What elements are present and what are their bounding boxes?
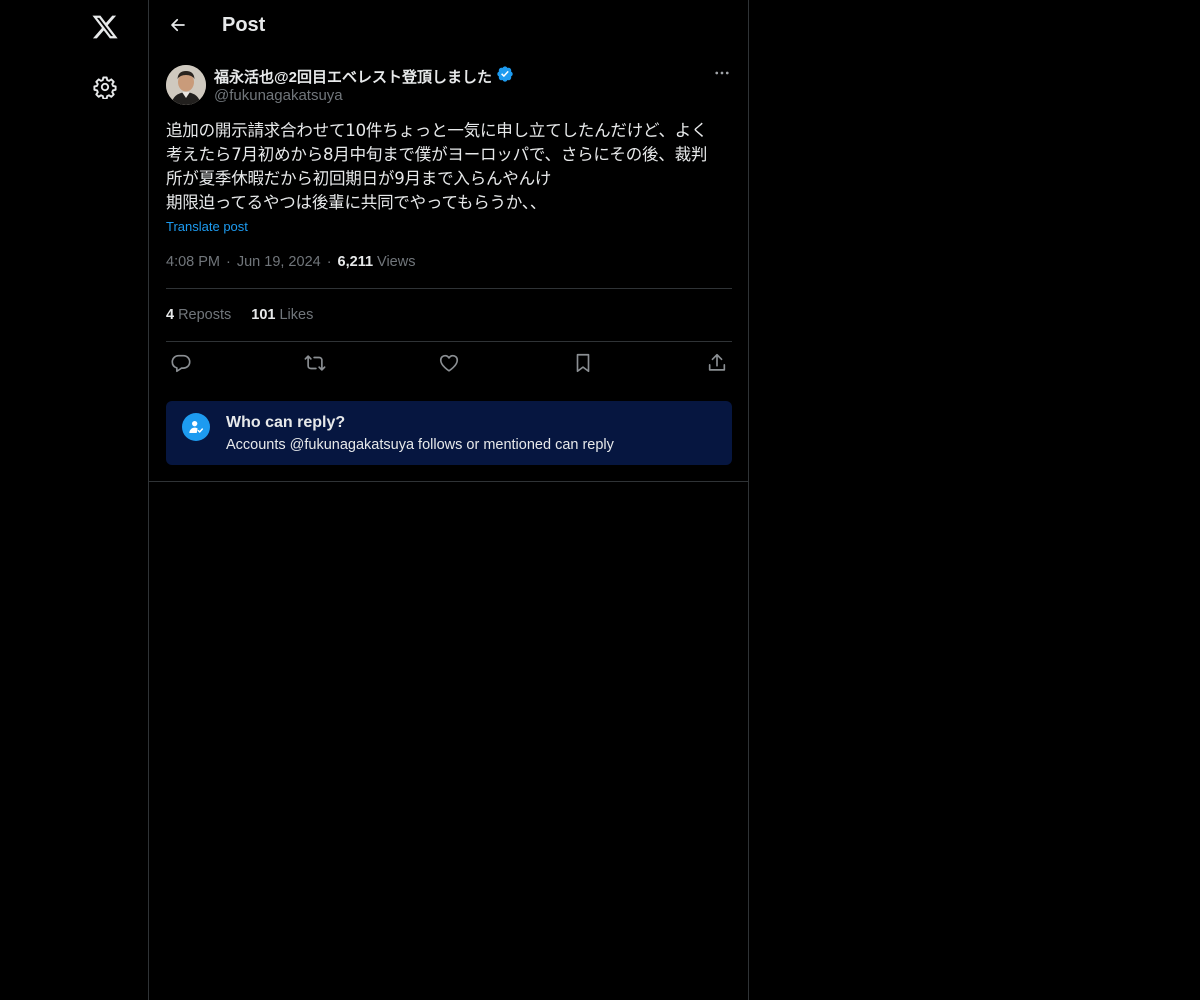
reply-restriction-notice: Who can reply? Accounts @fukunagakatsuya…	[166, 401, 732, 465]
views-count: 6,211	[337, 254, 374, 270]
reposts-count: 4	[166, 307, 175, 323]
post-time[interactable]: 4:08 PM	[166, 254, 220, 270]
reply-button[interactable]	[168, 352, 194, 378]
likes-label: Likes	[279, 307, 314, 323]
repost-button[interactable]	[302, 352, 328, 378]
post-text: 追加の開示請求合わせて10件ちょっと一気に申し立てしたんだけど、よく 考えたら7…	[166, 121, 708, 212]
reposts-label: Reposts	[178, 307, 232, 323]
engagement-stats: 4 Reposts 101 Likes	[166, 307, 313, 323]
share-button[interactable]	[704, 352, 730, 378]
bookmark-icon	[572, 352, 594, 379]
author-handle[interactable]: @fukunagakatsuya	[214, 87, 343, 104]
reply-restriction-title: Who can reply?	[226, 414, 346, 431]
separator-dot: ·	[226, 254, 231, 270]
views-label: Views	[377, 254, 416, 270]
repost-icon	[304, 352, 326, 379]
ellipsis-icon	[713, 64, 731, 87]
action-bar	[166, 352, 732, 378]
heart-icon	[438, 352, 460, 379]
author-name-text: 福永活也@2回目エベレスト登頂しました	[214, 68, 492, 86]
like-button[interactable]	[436, 352, 462, 378]
divider	[149, 481, 748, 482]
divider	[166, 288, 732, 289]
author-name[interactable]: 福永活也@2回目エベレスト登頂しました	[214, 65, 514, 87]
share-icon	[706, 352, 728, 379]
verified-badge-icon	[496, 65, 514, 87]
person-check-icon	[182, 413, 210, 441]
post-date[interactable]: Jun 19, 2024	[237, 254, 321, 270]
likes-stat[interactable]: 101 Likes	[251, 307, 313, 323]
x-logo-icon[interactable]	[86, 8, 124, 46]
likes-count: 101	[251, 307, 276, 323]
back-button[interactable]	[161, 10, 195, 44]
arrow-left-icon	[169, 16, 187, 39]
reposts-stat[interactable]: 4 Reposts	[166, 307, 231, 323]
main-column: Post 福永活也@2回目エベレスト登頂しました @fukunagakatsuy…	[149, 0, 749, 1000]
bookmark-button[interactable]	[570, 352, 596, 378]
translate-post-link[interactable]: Translate post	[166, 219, 248, 234]
sidebar	[0, 0, 149, 1000]
gear-icon[interactable]	[86, 68, 124, 106]
more-options-button[interactable]	[709, 62, 735, 88]
separator-dot: ·	[326, 254, 332, 270]
header: Post	[149, 0, 748, 54]
avatar[interactable]	[166, 65, 206, 105]
reply-restriction-description: Accounts @fukunagakatsuya follows or men…	[226, 437, 614, 453]
divider	[166, 341, 732, 342]
reply-icon	[170, 352, 192, 379]
post-meta: 4:08 PM · Jun 19, 2024 · 6,211 Views	[166, 254, 415, 270]
page-title: Post	[222, 14, 266, 36]
